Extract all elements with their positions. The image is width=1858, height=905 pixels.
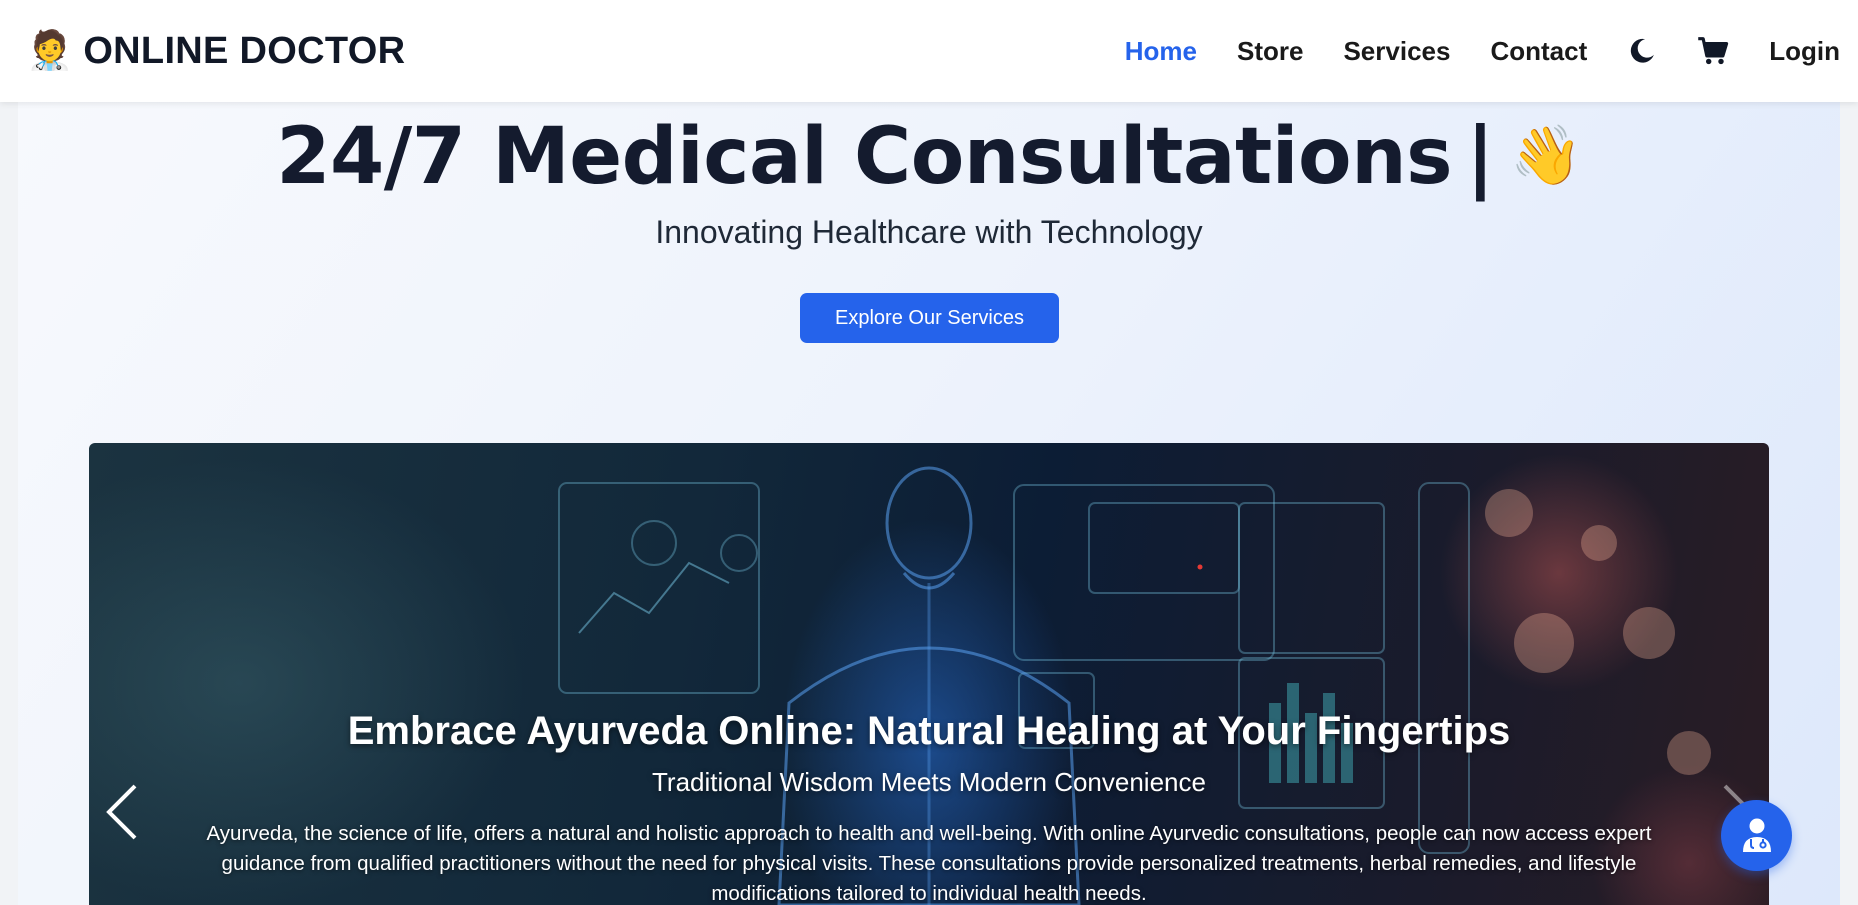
carousel: Embrace Ayurveda Online: Natural Healing… <box>89 443 1769 905</box>
nav-link-services[interactable]: Services <box>1343 36 1450 67</box>
chevron-left-icon <box>106 784 137 840</box>
slide-title: Embrace Ayurveda Online: Natural Healing… <box>347 709 1511 753</box>
nav-links: Home Store Services Contact Login <box>1085 0 1840 102</box>
waving-hand-icon: 👋 <box>1510 121 1582 189</box>
typing-cursor: | <box>1466 112 1495 202</box>
hero-title: 24/7 Medical Consultations | 👋 <box>18 112 1840 202</box>
moon-icon[interactable] <box>1627 36 1657 66</box>
cart-icon[interactable] <box>1697 36 1729 66</box>
brand[interactable]: 🧑‍⚕️ ONLINE DOCTOR <box>26 30 405 73</box>
nav-link-contact[interactable]: Contact <box>1490 36 1587 67</box>
hero-title-text: 24/7 Medical Consultations <box>276 112 1453 202</box>
slide-body: Ayurveda, the science of life, offers a … <box>206 822 1652 905</box>
hero-section: 24/7 Medical Consultations | 👋 Innovating … <box>18 102 1840 905</box>
brand-name: ONLINE DOCTOR <box>83 29 406 72</box>
doctor-icon: 🧑‍⚕️ <box>26 30 74 72</box>
carousel-prev-button[interactable] <box>97 777 147 847</box>
doctor-support-button[interactable] <box>1721 800 1792 871</box>
navbar: 🧑‍⚕️ ONLINE DOCTOR Home Store Services C… <box>0 0 1858 102</box>
hero-subtitle: Innovating Healthcare with Technology <box>655 214 1203 250</box>
doctor-support-icon <box>1742 818 1771 852</box>
login-link[interactable]: Login <box>1769 36 1840 67</box>
nav-link-home[interactable]: Home <box>1125 36 1197 67</box>
slide-subtitle: Traditional Wisdom Meets Modern Convenie… <box>652 767 1206 797</box>
nav-link-store[interactable]: Store <box>1237 36 1303 67</box>
explore-services-button[interactable]: Explore Our Services <box>800 293 1059 343</box>
